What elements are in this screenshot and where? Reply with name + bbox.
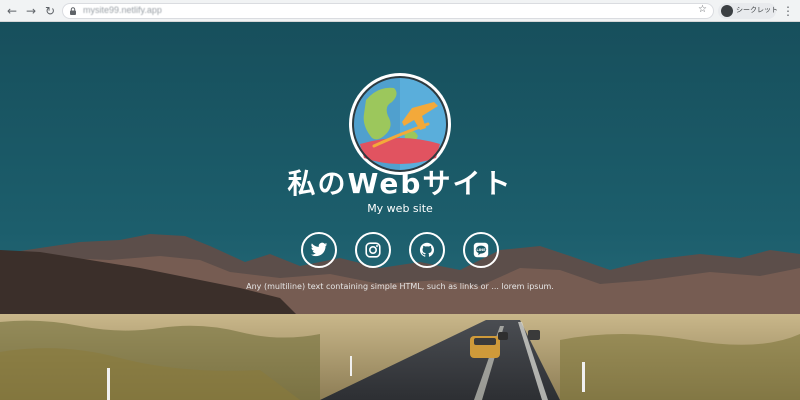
browser-menu-button[interactable]: ⋮: [782, 3, 794, 19]
url-text: mysite99.netlify.app: [83, 5, 162, 15]
arrow-right-icon: →: [25, 4, 37, 18]
site-logo: [349, 73, 451, 175]
browser-toolbar: ← → ↻ mysite99.netlify.app ☆ シークレット ⋮: [0, 0, 800, 22]
reload-button[interactable]: ↻: [42, 3, 58, 19]
twitter-icon: [310, 242, 328, 257]
lock-icon: [70, 7, 76, 15]
github-link[interactable]: [409, 232, 445, 268]
reload-icon: ↻: [44, 4, 56, 18]
page-description: Any (multiline) text containing simple H…: [246, 282, 554, 291]
arrow-left-icon: ←: [6, 4, 18, 18]
line-link[interactable]: LINE: [463, 232, 499, 268]
line-icon: LINE: [473, 242, 489, 258]
github-icon: [419, 242, 435, 257]
star-icon[interactable]: ☆: [698, 4, 707, 15]
twitter-link[interactable]: [301, 232, 337, 268]
instagram-link[interactable]: [355, 232, 391, 268]
incognito-indicator[interactable]: シークレット: [718, 3, 778, 19]
instagram-icon: [365, 242, 381, 258]
page-subtitle: My web site: [367, 202, 433, 215]
line-icon-label: LINE: [476, 248, 486, 252]
incognito-icon: [721, 5, 733, 17]
back-button[interactable]: ←: [4, 3, 20, 19]
incognito-label: シークレット: [736, 6, 778, 14]
page-title: 私のWebサイト: [287, 167, 513, 200]
kebab-menu-icon: ⋮: [782, 4, 794, 18]
address-bar[interactable]: mysite99.netlify.app ☆: [62, 3, 714, 19]
forward-button[interactable]: →: [23, 3, 39, 19]
page-viewport: 私のWebサイト My web site LINE Any (multiline…: [0, 22, 800, 400]
